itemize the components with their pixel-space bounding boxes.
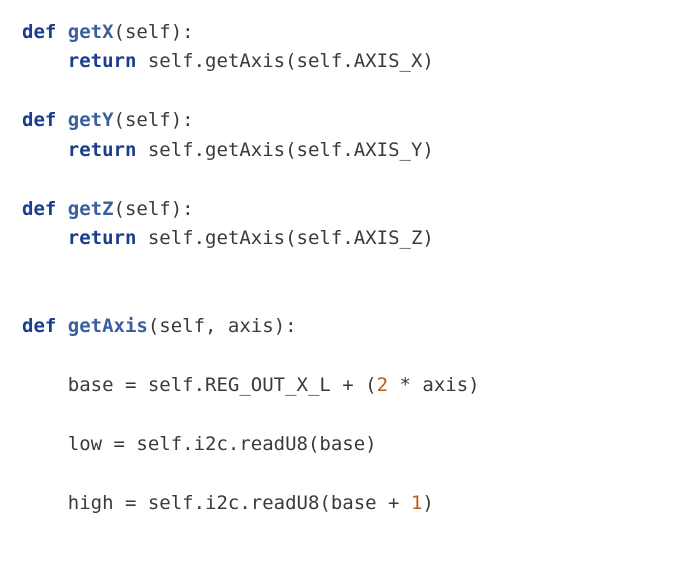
keyword-return: return [68, 139, 137, 161]
function-name-getAxis: getAxis [68, 315, 148, 337]
keyword-def: def [22, 198, 56, 220]
code-text: (self): [114, 109, 194, 131]
code-text: * axis) [388, 374, 480, 396]
code-block: def getX(self): return self.getAxis(self… [22, 18, 653, 518]
code-text: (self): [114, 198, 194, 220]
keyword-def: def [22, 315, 56, 337]
code-text: base = self.REG_OUT_X_L + ( [22, 374, 377, 396]
code-text: self.getAxis(self.AXIS_Y) [136, 139, 433, 161]
keyword-def: def [22, 109, 56, 131]
keyword-def: def [22, 21, 56, 43]
function-name-getZ: getZ [68, 198, 114, 220]
number-literal: 1 [411, 492, 422, 514]
code-text: self.getAxis(self.AXIS_X) [136, 50, 433, 72]
number-literal: 2 [377, 374, 388, 396]
code-text: (self, axis): [148, 315, 297, 337]
function-name-getX: getX [68, 21, 114, 43]
code-text: self.getAxis(self.AXIS_Z) [136, 227, 433, 249]
code-text: (self): [114, 21, 194, 43]
code-text: high = self.i2c.readU8(base + [22, 492, 411, 514]
keyword-return: return [68, 50, 137, 72]
code-text: low = self.i2c.readU8(base) [22, 433, 377, 455]
function-name-getY: getY [68, 109, 114, 131]
code-text: ) [422, 492, 433, 514]
keyword-return: return [68, 227, 137, 249]
